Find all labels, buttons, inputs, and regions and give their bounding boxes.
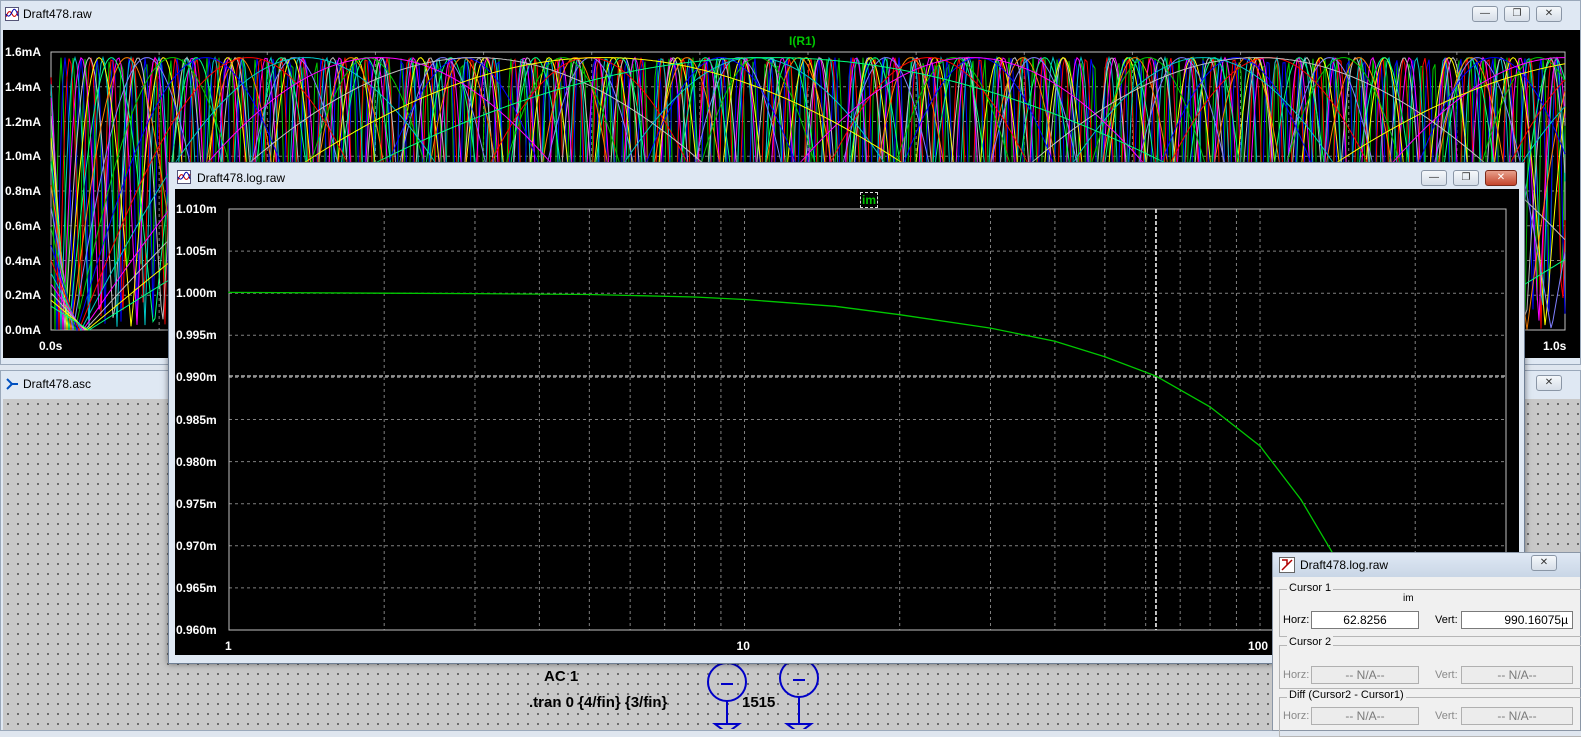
- series-point: [834, 305, 837, 308]
- log-y-tick: 0.995m: [176, 328, 217, 343]
- series-point: [898, 313, 901, 316]
- cursor2-horz-field: -- N/A--: [1311, 666, 1419, 684]
- schematic-title: Draft478.asc: [23, 377, 92, 391]
- log-y-tick: 0.990m: [176, 370, 217, 385]
- log-x-tick: 1: [225, 639, 232, 653]
- log-y-tick: 1.010m: [176, 202, 217, 216]
- cursor2-vert-label: Vert:: [1435, 669, 1458, 681]
- close-icon: ✕: [1544, 377, 1554, 388]
- series-point: [383, 292, 385, 294]
- log-y-tick: 0.960m: [176, 623, 217, 637]
- log-y-tick: 0.985m: [176, 412, 217, 427]
- top-y-tick: 0.2mA: [5, 288, 42, 303]
- series-point: [1209, 406, 1211, 408]
- log-minimize-button[interactable]: —: [1421, 170, 1447, 186]
- minimize-button[interactable]: —: [1472, 6, 1498, 22]
- top-x-end: 1.0s: [1543, 339, 1567, 353]
- top-window-titlebar[interactable]: Draft478.raw — ❐ ✕: [1, 1, 1580, 27]
- waveform-app-icon: [177, 170, 191, 184]
- tran-directive[interactable]: .tran 0 {4/fin} {3/fin}: [529, 694, 667, 711]
- top-y-tick: 1.2mA: [5, 114, 42, 129]
- cursor1-vert-label: Vert:: [1435, 614, 1458, 626]
- cursor1-horz-label: Horz:: [1283, 614, 1310, 626]
- restore-icon: ❐: [1512, 8, 1522, 19]
- schematic-app-icon: [6, 378, 18, 390]
- diff-vert-label: Vert:: [1435, 710, 1458, 722]
- restore-button[interactable]: ❐: [1504, 6, 1530, 22]
- cursor2-vert-field: -- N/A--: [1461, 666, 1573, 684]
- close-icon: ✕: [1544, 8, 1554, 19]
- restore-icon: ❐: [1461, 172, 1471, 183]
- top-y-tick: 1.4mA: [5, 79, 42, 94]
- waveform-app-icon: [5, 7, 19, 21]
- cursor1-horz-field[interactable]: 62.8256: [1311, 611, 1419, 629]
- minimize-icon: —: [1429, 172, 1439, 183]
- series-point: [228, 291, 230, 294]
- top-trace-label[interactable]: I(R1): [789, 34, 816, 48]
- log-y-tick: 0.970m: [176, 538, 217, 553]
- diff-vert-field: -- N/A--: [1461, 707, 1573, 725]
- close-icon: ✕: [1496, 172, 1506, 183]
- minimize-icon: —: [1480, 8, 1490, 19]
- cursor-panel-titlebar[interactable]: Draft478.log.raw ✕: [1273, 553, 1580, 577]
- series-point: [1300, 498, 1302, 501]
- cursor-close-button[interactable]: ✕: [1531, 555, 1557, 571]
- series-point: [588, 293, 591, 296]
- cursor-icon: [1279, 557, 1295, 573]
- cursor2-label: Cursor 2: [1287, 636, 1334, 648]
- top-y-tick: 1.6mA: [5, 45, 42, 59]
- series-point: [1104, 355, 1106, 358]
- log-restore-button[interactable]: ❐: [1453, 170, 1479, 186]
- series-line-im: [228, 291, 1380, 631]
- log-y-tick: 0.980m: [176, 454, 217, 469]
- top-y-tick: 0.4mA: [5, 253, 42, 268]
- log-x-tick: 10: [736, 639, 750, 653]
- top-y-tick: 0.8mA: [5, 184, 42, 198]
- log-y-tick: 0.965m: [176, 580, 217, 595]
- series-point: [1054, 340, 1056, 342]
- top-x-start: 0.0s: [39, 339, 63, 353]
- ac-directive[interactable]: AC 1: [544, 668, 578, 685]
- close-icon: ✕: [1539, 557, 1549, 568]
- log-close-button[interactable]: ✕: [1485, 170, 1517, 186]
- diff-label: Diff (Cursor2 - Cursor1): [1287, 689, 1406, 701]
- close-button[interactable]: ✕: [1536, 6, 1562, 22]
- cursor1-vert-field[interactable]: 990.16075µ: [1461, 611, 1573, 629]
- log-x-tick: 100: [1248, 639, 1269, 653]
- series-point: [743, 298, 746, 301]
- cursor1-trace: im: [1403, 593, 1414, 604]
- log-y-tick: 0.975m: [176, 496, 217, 511]
- cursor1-label: Cursor 1: [1287, 582, 1334, 594]
- cursor-panel-title: Draft478.log.raw: [1300, 558, 1389, 572]
- top-y-tick: 1.0mA: [5, 149, 42, 164]
- log-trace-label[interactable]: im: [860, 192, 879, 208]
- log-window-title: Draft478.log.raw: [197, 171, 286, 185]
- schematic-close-button[interactable]: ✕: [1536, 375, 1562, 391]
- diff-horz-field: -- N/A--: [1311, 707, 1419, 725]
- log-window-titlebar[interactable]: Draft478.log.raw — ❐ ✕: [169, 163, 1524, 189]
- series-point: [989, 327, 992, 329]
- cursor-panel: Draft478.log.raw ✕ Cursor 1 im Horz: 62.…: [1272, 552, 1581, 737]
- series-point: [1155, 375, 1157, 377]
- series-point: [1259, 445, 1261, 447]
- top-y-tick: 0.0mA: [5, 323, 42, 337]
- series-point: [474, 292, 476, 295]
- log-y-tick: 1.000m: [176, 286, 217, 301]
- cursor2-horz-label: Horz:: [1283, 669, 1310, 681]
- series-point: [693, 296, 696, 298]
- voltage-source-symbols: [707, 658, 819, 729]
- diff-horz-label: Horz:: [1283, 710, 1310, 722]
- top-y-tick: 0.6mA: [5, 218, 42, 233]
- top-window-title: Draft478.raw: [23, 7, 92, 21]
- log-y-tick: 1.005m: [176, 244, 217, 259]
